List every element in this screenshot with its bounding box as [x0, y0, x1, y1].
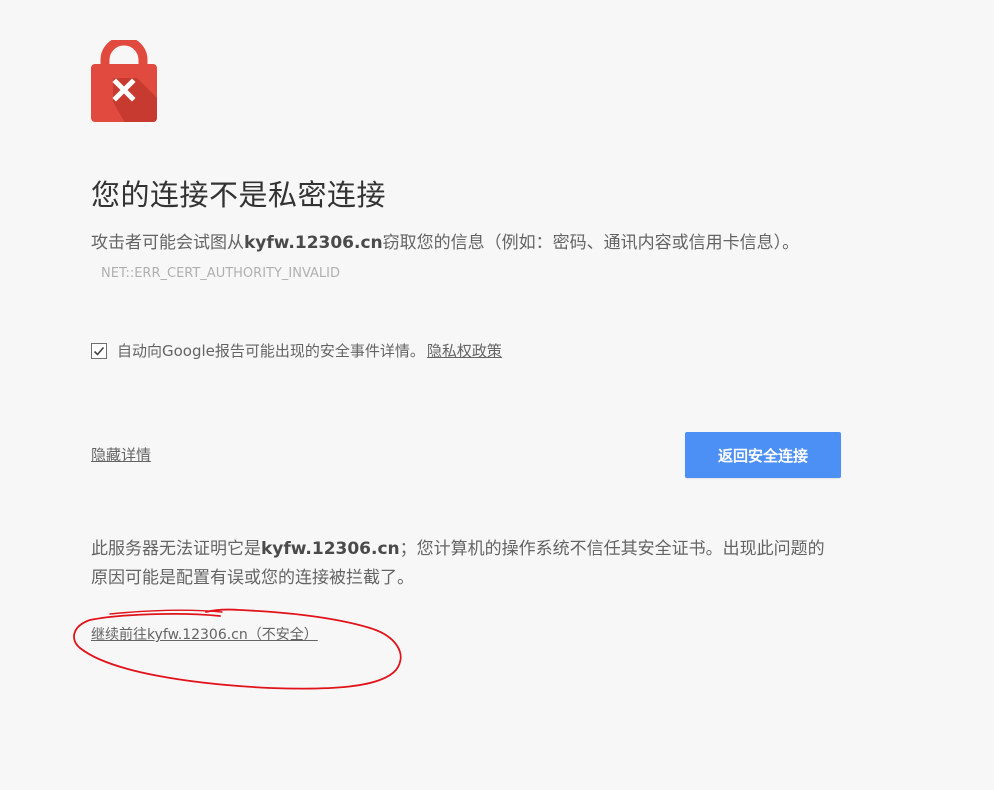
message-prefix: 攻击者可能会试图从	[91, 233, 244, 253]
report-checkbox[interactable]	[91, 342, 107, 359]
details-prefix: 此服务器无法证明它是	[91, 539, 261, 559]
proceed-unsafe-link[interactable]: 继续前往kyfw.12306.cn（不安全）	[91, 624, 318, 644]
main-message: 攻击者可能会试图从kyfw.12306.cn窃取您的信息（例如：密码、通讯内容或…	[91, 229, 821, 288]
message-suffix: 窃取您的信息（例如：密码、通讯内容或信用卡信息）。	[382, 233, 800, 253]
message-host: kyfw.12306.cn	[244, 233, 383, 253]
details-text: 此服务器无法证明它是kyfw.12306.cn；您计算机的操作系统不信任其安全证…	[91, 535, 831, 593]
page-title: 您的连接不是私密连接	[91, 178, 387, 212]
interstitial-page: 您的连接不是私密连接 攻击者可能会试图从kyfw.12306.cn窃取您的信息（…	[0, 0, 994, 790]
report-label: 自动向Google报告可能出现的安全事件详情。	[117, 342, 425, 360]
error-code: NET::ERR_CERT_AUTHORITY_INVALID	[101, 266, 341, 281]
privacy-policy-link[interactable]: 隐私权政策	[427, 340, 502, 361]
details-host: kyfw.12306.cn	[261, 539, 400, 559]
checkmark-icon	[93, 346, 105, 356]
report-option: 自动向Google报告可能出现的安全事件详情。 隐私权政策	[91, 340, 502, 361]
back-to-safety-button[interactable]: 返回安全连接	[685, 432, 841, 478]
hide-details-link[interactable]: 隐藏详情	[91, 444, 151, 465]
lock-error-icon	[91, 40, 157, 122]
